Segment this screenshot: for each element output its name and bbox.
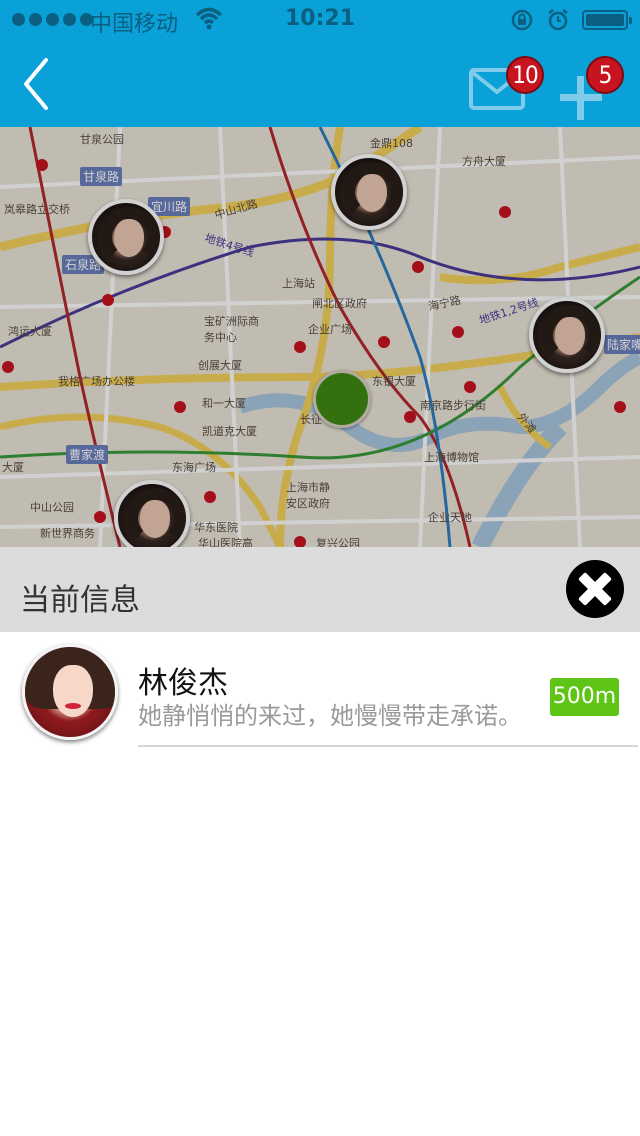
map-label: 新世界商务 [40,527,95,540]
back-button[interactable] [14,54,64,114]
map-label: 凯道克大厦 [202,425,257,438]
map-label: 东银大厦 [372,375,416,388]
list-item[interactable]: 林俊杰 她静悄悄的来过，她慢慢带走承诺。 500m [0,632,640,747]
distance-badge: 500m [550,678,619,716]
map-label: 和一大厦 [202,397,246,410]
map-label: 华山医院高 [198,537,253,547]
map-label: 上海站 [282,277,315,290]
rotation-lock-icon [511,9,533,31]
avatar [22,644,118,740]
map-label: 复兴公园 [316,537,360,547]
map-label: 中山公园 [30,501,74,514]
add-count-badge: 5 [586,56,624,94]
messages-count-badge: 10 [506,56,544,94]
nav-bar: 10 5 [0,40,640,127]
map-label: 企业广场 [308,323,352,336]
add-button[interactable]: 5 [560,56,624,122]
status-bar: 中国移动 10:21 [0,0,640,40]
map-label: 鸿运大厦 [8,325,52,338]
map-label: 宝矿洲际商务中心 [204,315,259,344]
map-label: 我格广场办公楼 [58,375,135,388]
map-label: 大厦 [2,461,24,474]
map-label: 东海广场 [172,461,216,474]
info-panel-title: 当前信息 [20,583,140,618]
map-label: 南京路步行街 [420,399,486,412]
map-label: 陆家嘴 [604,335,640,354]
user-pin[interactable] [331,154,407,230]
map-label: 方舟大厦 [462,155,506,168]
map-label: 闸北区政府 [312,297,367,310]
map-label: 创展大厦 [198,359,242,372]
user-pin[interactable] [88,199,164,275]
map-label: 金鼎108 [370,137,413,150]
map-label: 上海市静安区政府 [286,481,330,510]
user-pin[interactable] [114,480,190,547]
user-status-text: 她静悄悄的来过，她慢慢带走承诺。 [138,702,522,730]
map-label: 曹家渡 [66,445,109,464]
map-label: 华东医院 [194,521,238,534]
current-location-marker [313,370,371,428]
map-label: 企业天地 [428,511,472,524]
map-label: 甘泉公园 [80,133,124,146]
map-view[interactable]: 甘泉公园 金鼎108 方舟大厦 甘泉路 宜川路 岚皋路立交桥 中山北路 石泉路 … [0,127,640,547]
info-panel-header: 当前信息 [0,547,640,632]
chevron-left-icon [24,58,48,110]
divider [138,745,638,747]
messages-button[interactable]: 10 [468,56,544,112]
map-label: 甘泉路 [80,167,123,186]
close-button[interactable] [566,560,624,618]
alarm-icon [548,9,568,31]
map-label: 岚皋路立交桥 [4,203,70,216]
map-label: 上海博物馆 [424,451,479,464]
user-pin[interactable] [529,297,605,373]
battery-icon [582,10,632,30]
